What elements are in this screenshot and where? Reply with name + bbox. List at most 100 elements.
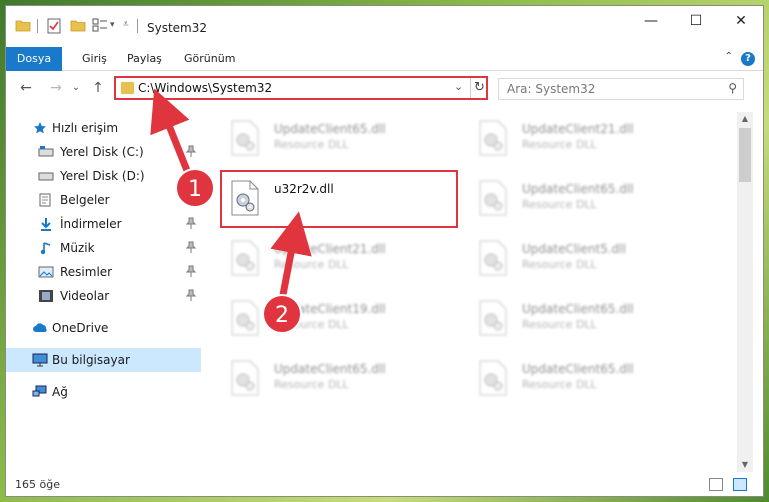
sidebar-item-downloads[interactable]: İndirmeler <box>6 212 201 236</box>
properties-icon[interactable] <box>46 18 62 34</box>
sidebar-item-network[interactable]: Ağ <box>6 380 201 404</box>
list-item[interactable]: UpdateClient65.dll Resource DLL <box>224 114 454 162</box>
sidebar-item-local-disk-d[interactable]: Yerel Disk (D:) <box>6 164 201 188</box>
sidebar-item-videos[interactable]: Videolar <box>6 284 201 308</box>
address-dropdown-icon[interactable]: ⌄ <box>454 80 463 93</box>
drive-icon <box>38 170 54 182</box>
search-input[interactable]: Ara: System32 ⚲ <box>498 78 744 100</box>
search-icon[interactable]: ⚲ <box>728 81 737 95</box>
dll-file-icon <box>479 240 507 276</box>
refresh-button[interactable]: ↻ <box>470 78 488 98</box>
navigation-pane: Hızlı erişim Yerel Disk (C:) Yerel Disk … <box>6 108 201 470</box>
file-type: Resource DLL <box>522 198 597 211</box>
close-button[interactable]: ✕ <box>718 6 763 36</box>
scroll-down-icon[interactable]: ▼ <box>737 458 753 472</box>
navigation-bar: ← → ⌄ ↑ C:\Windows\System32 ⌄ ↻ Ara: Sys… <box>6 72 763 104</box>
forward-button[interactable]: → <box>46 78 66 98</box>
sidebar-item-label: Bu bilgisayar <box>52 353 130 367</box>
file-type: Resource DLL <box>522 378 597 391</box>
file-highlight-box <box>220 170 458 228</box>
sidebar-item-pictures[interactable]: Resimler <box>6 260 201 284</box>
maximize-button[interactable]: ☐ <box>673 6 719 36</box>
dll-file-icon <box>479 180 507 216</box>
list-item[interactable]: UpdateClient21.dll Resource DLL <box>472 114 702 162</box>
pin-icon[interactable] <box>185 145 197 160</box>
recent-locations-button[interactable]: ⌄ <box>66 78 86 98</box>
file-name: UpdateClient5.dll <box>522 242 626 256</box>
ribbon-tabs: Dosya Giriş Paylaş Görünüm ⌃ ? <box>6 47 763 71</box>
file-type: Resource DLL <box>274 378 349 391</box>
list-item[interactable]: UpdateClient21.dll Resource DLL <box>224 234 454 282</box>
collapse-ribbon-icon[interactable]: ⌃ <box>725 51 733 62</box>
list-item[interactable]: UpdateClient65.dll Resource DLL <box>224 354 454 402</box>
pin-icon[interactable] <box>185 289 197 304</box>
tab-giris[interactable]: Giriş <box>72 47 117 71</box>
scroll-up-icon[interactable]: ▲ <box>737 112 753 126</box>
sidebar-item-quick-access[interactable]: Hızlı erişim <box>6 116 201 140</box>
customize-toolbar-icon[interactable]: ⩡ <box>123 19 129 30</box>
help-icon[interactable]: ? <box>741 52 755 66</box>
view-options-icon[interactable] <box>92 18 108 32</box>
file-name: UpdateClient65.dll <box>522 362 634 376</box>
dll-file-icon <box>231 360 259 396</box>
drive-icon <box>38 146 54 158</box>
tab-dosya[interactable]: Dosya <box>6 47 62 71</box>
dll-file-icon <box>231 120 259 156</box>
file-name: UpdateClient65.dll <box>274 122 386 136</box>
file-type: Resource DLL <box>522 258 597 271</box>
tab-paylas[interactable]: Paylaş <box>117 47 172 71</box>
video-icon <box>38 289 53 302</box>
sidebar-item-label: Hızlı erişim <box>52 121 119 135</box>
folder-icon <box>121 82 134 94</box>
list-item[interactable]: UpdateClient5.dll Resource DLL <box>472 234 702 282</box>
sidebar-item-music[interactable]: Müzik <box>6 236 201 260</box>
folder-icon <box>15 18 31 32</box>
pin-icon[interactable] <box>185 241 197 256</box>
dll-file-icon <box>231 300 259 336</box>
back-button[interactable]: ← <box>16 78 36 98</box>
sidebar-item-label: Yerel Disk (C:) <box>60 145 144 159</box>
sidebar-item-label: OneDrive <box>52 321 109 335</box>
file-type: Resource DLL <box>274 138 349 151</box>
dll-file-icon <box>479 120 507 156</box>
list-item[interactable]: UpdateClient19.dll Resource DLL <box>224 294 454 342</box>
new-folder-icon[interactable] <box>70 18 86 32</box>
sidebar-item-this-pc[interactable]: Bu bilgisayar <box>6 348 201 372</box>
sidebar-item-label: Yerel Disk (D:) <box>60 169 145 183</box>
pictures-icon <box>38 266 54 278</box>
pin-icon[interactable] <box>185 265 197 280</box>
window-title: System32 <box>147 21 208 35</box>
pin-icon[interactable] <box>185 217 197 232</box>
dll-file-icon <box>479 300 507 336</box>
list-item[interactable]: UpdateClient65.dll Resource DLL <box>472 294 702 342</box>
large-icons-view-icon[interactable] <box>733 478 747 491</box>
details-view-icon[interactable] <box>709 478 723 491</box>
file-list: UpdateClient65.dll Resource DLL u32r2v.d… <box>204 108 738 470</box>
sidebar-item-documents[interactable]: Belgeler <box>6 188 201 212</box>
separator <box>37 19 38 33</box>
file-type: Resource DLL <box>522 318 597 331</box>
status-bar: 165 öğe <box>6 472 763 496</box>
search-placeholder: Ara: System32 <box>507 82 596 96</box>
sidebar-item-onedrive[interactable]: OneDrive <box>6 316 201 340</box>
explorer-window: ▾ ⩡ System32 — ☐ ✕ Dosya Giriş Paylaş Gö… <box>5 5 764 497</box>
title-bar: ▾ ⩡ System32 — ☐ ✕ <box>6 6 763 47</box>
chevron-down-icon[interactable]: ▾ <box>110 20 115 30</box>
sidebar-item-label: Müzik <box>60 241 95 255</box>
dll-file-icon <box>479 360 507 396</box>
minimize-button[interactable]: — <box>628 6 674 36</box>
address-bar[interactable]: C:\Windows\System32 ⌄ ↻ <box>114 76 488 100</box>
music-icon <box>40 241 54 255</box>
sidebar-item-label: Resimler <box>60 265 113 279</box>
up-button[interactable]: ↑ <box>88 78 108 98</box>
tab-gorunum[interactable]: Görünüm <box>174 47 245 71</box>
list-item[interactable]: UpdateClient65.dll Resource DLL <box>472 174 702 222</box>
item-count: 165 öğe <box>15 478 60 491</box>
scroll-thumb[interactable] <box>739 128 751 182</box>
star-icon <box>33 121 47 134</box>
address-text[interactable]: C:\Windows\System32 <box>138 81 272 95</box>
vertical-scrollbar[interactable]: ▲ ▼ <box>737 112 753 472</box>
sidebar-item-label: Videolar <box>60 289 110 303</box>
list-item[interactable]: UpdateClient65.dll Resource DLL <box>472 354 702 402</box>
sidebar-item-local-disk-c[interactable]: Yerel Disk (C:) <box>6 140 201 164</box>
